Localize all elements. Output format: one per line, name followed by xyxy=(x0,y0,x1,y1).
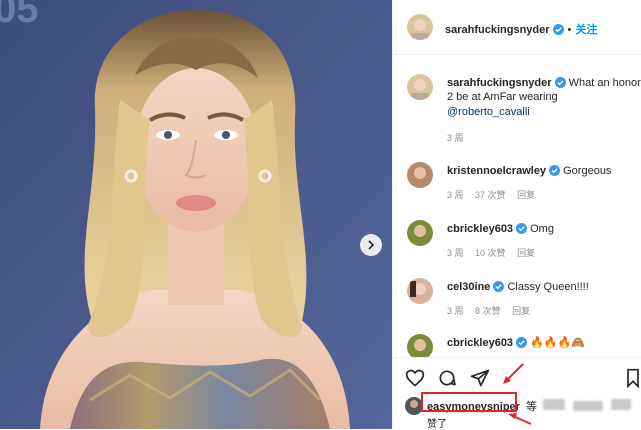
svg-text:05: 05 xyxy=(0,0,39,31)
post-header: sarahfuckingsnyder • 关注 xyxy=(393,0,641,55)
photo-illustration: 05 xyxy=(0,0,392,429)
post-panel: sarahfuckingsnyder • 关注 sarahfuckingsnyder… xyxy=(392,0,641,430)
commenter-avatar[interactable] xyxy=(407,220,433,246)
heart-icon[interactable] xyxy=(405,368,425,388)
blurred-username xyxy=(611,399,631,410)
commenter-avatar[interactable] xyxy=(407,278,433,304)
comment-username[interactable]: kristennoelcrawley xyxy=(447,165,546,177)
post-photo: 05 xyxy=(0,0,392,429)
annotation-arrow-icon xyxy=(503,363,524,384)
blurred-username xyxy=(573,401,603,411)
comment-text: 🔥🔥🔥🙈 xyxy=(530,337,585,349)
reply-button[interactable]: 回复 xyxy=(517,248,535,258)
comment-likes[interactable]: 10 次赞 xyxy=(475,248,506,258)
comment-icon[interactable] xyxy=(437,368,457,388)
author-username[interactable]: sarahfuckingsnyder xyxy=(445,24,550,36)
caption-line2: 2 be at AmFar wearing xyxy=(447,91,558,103)
comment-item: cbrickley603 Omg 3 周 10 次赞 回复 xyxy=(393,214,641,266)
next-image-button[interactable] xyxy=(360,234,382,256)
comment-item: kristennoelcrawley Gorgeous 3 周 37 次赞 回复 xyxy=(393,158,641,210)
comment-text: Omg xyxy=(530,223,554,235)
caption-mention[interactable]: @roberto_cavalli xyxy=(447,105,530,119)
comment-text: Gorgeous xyxy=(563,165,612,177)
verified-icon xyxy=(493,281,505,296)
blurred-username xyxy=(543,399,565,410)
caption-text: What an honor xyxy=(568,77,641,89)
follow-button[interactable]: 关注 xyxy=(575,24,597,36)
comment-time: 3 周 xyxy=(447,190,464,200)
comment-likes[interactable]: 37 次赞 xyxy=(475,190,506,200)
share-icon[interactable] xyxy=(470,368,490,388)
comment-time: 3 周 xyxy=(447,248,464,258)
comment-likes[interactable]: 8 次赞 xyxy=(475,306,501,316)
author-avatar[interactable] xyxy=(407,14,433,40)
comment-item: cel30ine Classy Queen!!!! 3 周 8 次赞 回复 xyxy=(393,272,641,324)
bookmark-icon[interactable] xyxy=(625,368,641,388)
chevron-right-icon xyxy=(368,240,375,250)
caption-time: 3 周 xyxy=(447,133,464,143)
verified-icon xyxy=(549,165,561,180)
verified-icon xyxy=(516,337,528,352)
author-avatar[interactable] xyxy=(407,74,433,100)
caption-username[interactable]: sarahfuckingsnyder xyxy=(447,77,552,89)
caption: sarahfuckingsnyder What an honor 2 be at… xyxy=(393,70,641,150)
separator-dot: • xyxy=(567,24,572,36)
comment-username[interactable]: cbrickley603 xyxy=(447,337,513,349)
verified-icon xyxy=(516,223,528,238)
verified-icon xyxy=(552,22,564,40)
annotation-arrow-icon xyxy=(508,413,532,425)
comment-time: 3 周 xyxy=(447,306,464,316)
comment-username[interactable]: cbrickley603 xyxy=(447,223,513,235)
comment-text: Classy Queen!!!! xyxy=(507,281,589,293)
comment-item: cbrickley603 🔥🔥🔥🙈 xyxy=(393,330,641,360)
reply-button[interactable]: 回复 xyxy=(512,306,530,316)
reply-button[interactable]: 回复 xyxy=(517,190,535,200)
comment-username[interactable]: cel30ine xyxy=(447,281,490,293)
liked-by-line2: 赞了 xyxy=(427,419,447,430)
commenter-avatar[interactable] xyxy=(407,162,433,188)
